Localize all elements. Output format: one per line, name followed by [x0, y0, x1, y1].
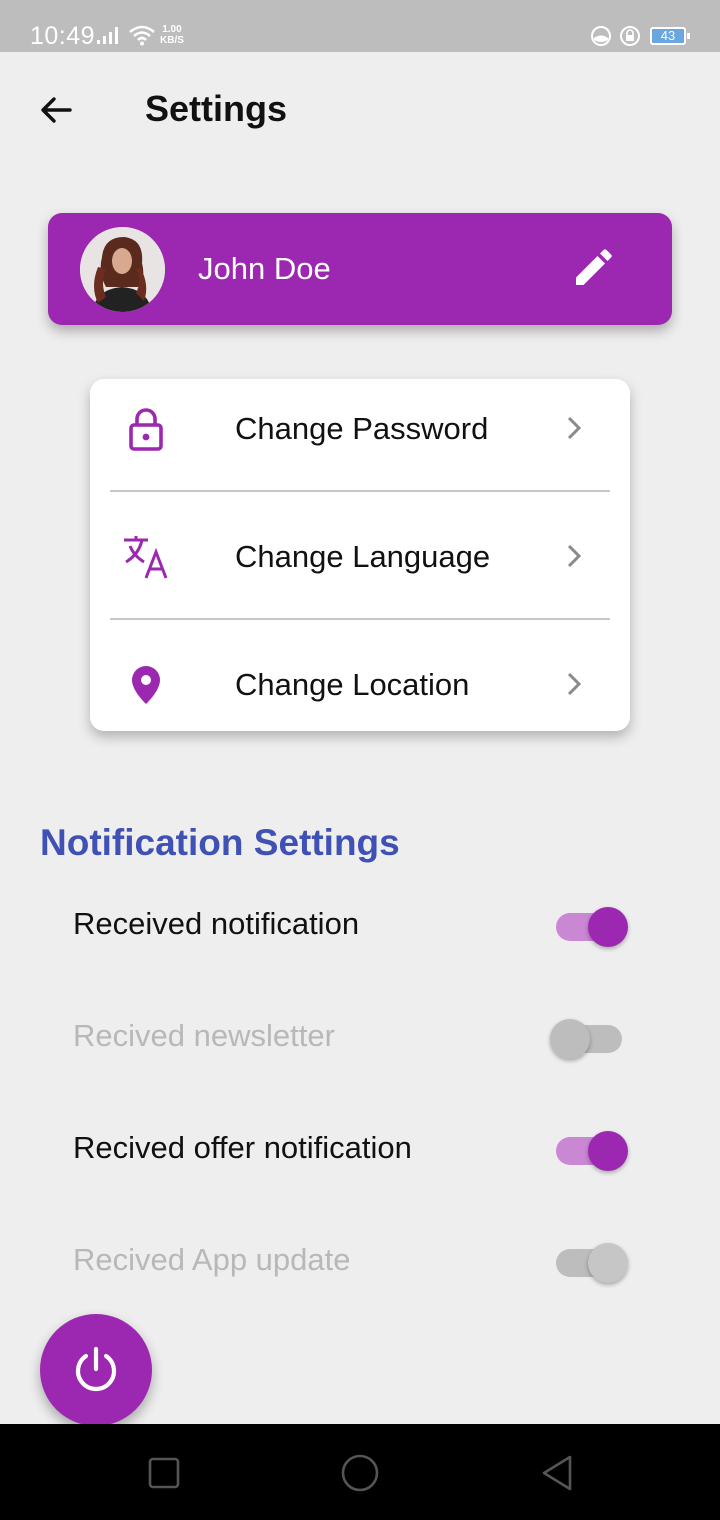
toggle-label: Received notification	[73, 906, 360, 941]
menu-item-change-location[interactable]: Change Location	[90, 635, 630, 747]
switch-thumb	[550, 1019, 590, 1059]
menu-divider	[110, 618, 610, 620]
signal-icon	[97, 26, 123, 49]
switch-thumb	[588, 1243, 628, 1283]
status-bar: 10:49 1.00 KB/S 43	[0, 0, 720, 52]
network-speed-value: 1.00	[162, 24, 182, 35]
settings-menu-card: Change Password Change Language Change L…	[90, 379, 630, 731]
home-button[interactable]	[335, 1448, 385, 1498]
profile-name: John Doe	[198, 251, 331, 286]
back-nav-button[interactable]	[532, 1448, 582, 1498]
toggle-label: Recived newsletter	[73, 1018, 335, 1053]
status-time: 10:49	[30, 22, 96, 50]
menu-item-change-language[interactable]: Change Language	[90, 507, 630, 619]
switch-thumb	[588, 907, 628, 947]
wifi-icon	[128, 24, 156, 51]
menu-item-label: Change Language	[235, 539, 491, 574]
power-icon	[75, 1346, 117, 1392]
chevron-right-icon	[562, 541, 586, 571]
chevron-right-icon	[562, 669, 586, 699]
page-title: Settings	[145, 88, 288, 129]
app-update-switch[interactable]	[550, 1242, 630, 1284]
toggle-row-received-notification: Received notification	[0, 890, 720, 960]
toggle-row-offer-notification: Recived offer notification	[0, 1114, 720, 1184]
rotation-lock-icon	[619, 25, 641, 52]
arrow-left-icon	[41, 97, 72, 123]
triangle-back-icon	[542, 1455, 572, 1491]
recents-button[interactable]	[139, 1448, 189, 1498]
system-nav-bar	[0, 1424, 720, 1520]
offer-notification-switch[interactable]	[550, 1130, 630, 1172]
lock-icon	[122, 405, 170, 453]
received-notification-switch[interactable]	[550, 906, 630, 948]
edit-profile-button[interactable]	[568, 243, 618, 293]
menu-divider	[110, 490, 610, 492]
circle-icon	[341, 1454, 379, 1492]
menu-item-change-password[interactable]: Change Password	[90, 379, 630, 491]
logout-button[interactable]	[40, 1314, 152, 1426]
newsletter-switch[interactable]	[550, 1018, 630, 1060]
switch-thumb	[588, 1131, 628, 1171]
back-button[interactable]	[30, 84, 82, 136]
translate-icon	[122, 533, 170, 581]
network-speed-unit: KB/S	[160, 35, 184, 46]
toggle-label: Recived App update	[73, 1242, 351, 1277]
square-icon	[148, 1457, 180, 1489]
battery-indicator: 43	[650, 27, 690, 45]
notification-settings-title: Notification Settings	[40, 822, 400, 863]
network-speed: 1.00 KB/S	[160, 24, 184, 46]
location-pin-icon	[122, 661, 170, 709]
toggle-row-newsletter: Recived newsletter	[0, 1002, 720, 1072]
data-saver-icon	[590, 25, 612, 52]
menu-item-label: Change Password	[235, 411, 489, 446]
toggle-label: Recived offer notification	[73, 1130, 412, 1165]
avatar[interactable]	[80, 227, 165, 312]
profile-card[interactable]: John Doe	[48, 213, 672, 325]
toggle-row-app-update: Recived App update	[0, 1226, 720, 1296]
menu-item-label: Change Location	[235, 667, 470, 702]
chevron-right-icon	[562, 413, 586, 443]
pencil-icon	[576, 249, 612, 285]
